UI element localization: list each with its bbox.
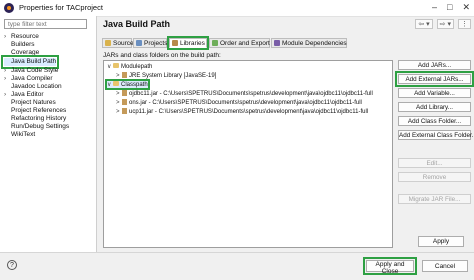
- page-title: Java Build Path: [103, 19, 171, 29]
- page-nav: ⇦ ▾ ⇨ ▾ ⋮: [415, 19, 471, 29]
- chevron-right-icon[interactable]: ›: [4, 91, 11, 99]
- apply-button[interactable]: Apply: [418, 236, 464, 247]
- window-controls: – □ ✕: [432, 2, 470, 13]
- help-icon[interactable]: ?: [7, 260, 17, 270]
- chevron-right-icon[interactable]: ›: [4, 67, 11, 75]
- tab-order-and-export[interactable]: Order and Export: [209, 38, 270, 48]
- add-variable-button[interactable]: Add Variable...: [398, 88, 471, 98]
- order-export-icon: [212, 40, 218, 46]
- jar-icon: [122, 108, 127, 114]
- projects-icon: [136, 40, 142, 46]
- remove-button[interactable]: Remove: [398, 172, 471, 182]
- sidebar-item-run-debug-settings[interactable]: Run/Debug Settings: [4, 123, 69, 131]
- libraries-icon: [172, 40, 178, 46]
- build-path-tree[interactable]: ∨ Modulepath > JRE System Library [JavaSE-…: [103, 60, 393, 248]
- migrate-jar-file-button[interactable]: Migrate JAR File...: [398, 194, 471, 204]
- sidebar: ›Resource Builders Coverage Java Build P…: [0, 16, 97, 252]
- edit-button[interactable]: Edit...: [398, 158, 471, 168]
- sidebar-item-project-natures[interactable]: Project Natures: [4, 99, 56, 107]
- title-bar: Properties for TACproject – □ ✕: [0, 0, 474, 17]
- folder-icon: [113, 63, 119, 68]
- tree-item-jre-system-library[interactable]: > JRE System Library [JavaSE-19]: [116, 72, 216, 79]
- chevron-right-icon[interactable]: ›: [4, 33, 11, 41]
- sidebar-item-builders[interactable]: Builders: [4, 41, 34, 49]
- folder-icon: [113, 81, 119, 86]
- forward-icon[interactable]: ⇨ ▾: [436, 19, 454, 29]
- eclipse-icon: [4, 3, 14, 13]
- add-external-class-folder-button[interactable]: Add External Class Folder...: [398, 130, 474, 140]
- sidebar-item-project-references[interactable]: Project References: [4, 107, 66, 115]
- close-icon[interactable]: ✕: [462, 2, 470, 13]
- sidebar-item-resource[interactable]: › Resource: [4, 33, 39, 41]
- tree-item-classpath[interactable]: ∨ Classpath: [105, 79, 150, 90]
- libraries-description: JARs and class folders on the build path…: [103, 52, 221, 59]
- chevron-right-icon[interactable]: ›: [4, 75, 11, 83]
- sidebar-item-java-code-style[interactable]: › Java Code Style: [4, 67, 58, 75]
- sidebar-item-coverage[interactable]: Coverage: [4, 49, 39, 57]
- module-dependencies-icon: [274, 40, 280, 46]
- source-folder-icon: [105, 40, 111, 46]
- filter-input[interactable]: [4, 19, 87, 29]
- menu-icon[interactable]: ⋮: [458, 19, 471, 29]
- main-panel: Java Build Path ⇦ ▾ ⇨ ▾ ⋮ Source Project…: [97, 16, 474, 252]
- library-icon: [122, 72, 127, 78]
- cancel-button[interactable]: Cancel: [422, 260, 468, 272]
- sidebar-item-wikitext[interactable]: WikiText: [4, 131, 35, 139]
- tab-projects[interactable]: Projects: [133, 38, 167, 48]
- tab-libraries[interactable]: Libraries: [167, 36, 209, 50]
- jar-icon: [122, 90, 127, 96]
- tree-item-modulepath[interactable]: ∨ Modulepath: [107, 63, 152, 70]
- minimize-icon[interactable]: –: [432, 2, 437, 13]
- add-jars-button[interactable]: Add JARs...: [398, 60, 471, 70]
- sidebar-item-javadoc-location[interactable]: Javadoc Location: [4, 83, 62, 91]
- jar-icon: [122, 99, 127, 105]
- dialog-footer: ? Apply and Close Cancel: [0, 252, 474, 280]
- sidebar-item-java-compiler[interactable]: › Java Compiler: [4, 75, 53, 83]
- add-external-jars-button[interactable]: Add External JARs...: [395, 71, 474, 87]
- back-icon[interactable]: ⇦ ▾: [415, 19, 433, 29]
- sidebar-item-java-build-path[interactable]: Java Build Path: [0, 55, 60, 69]
- tab-source[interactable]: Source: [102, 38, 134, 48]
- tab-module-dependencies[interactable]: Module Dependencies: [271, 38, 347, 48]
- maximize-icon[interactable]: □: [447, 2, 452, 13]
- sidebar-item-java-editor[interactable]: › Java Editor: [4, 91, 44, 99]
- tree-item-ojdbc11-jar[interactable]: > ojdbc11.jar - C:\Users\SPETRUS\Document…: [116, 90, 373, 97]
- tree-item-ucp11-jar[interactable]: > ucp11.jar - C:\Users\SPETRUS\Documents\…: [116, 108, 368, 115]
- tree-item-ons-jar[interactable]: > ons.jar - C:\Users\SPETRUS\Documents\sp…: [116, 99, 362, 106]
- add-library-button[interactable]: Add Library...: [398, 102, 471, 112]
- sidebar-item-refactoring-history[interactable]: Refactoring History: [4, 115, 66, 123]
- window-title: Properties for TACproject: [19, 3, 103, 12]
- add-class-folder-button[interactable]: Add Class Folder...: [398, 116, 471, 126]
- apply-and-close-button[interactable]: Apply and Close: [363, 257, 417, 275]
